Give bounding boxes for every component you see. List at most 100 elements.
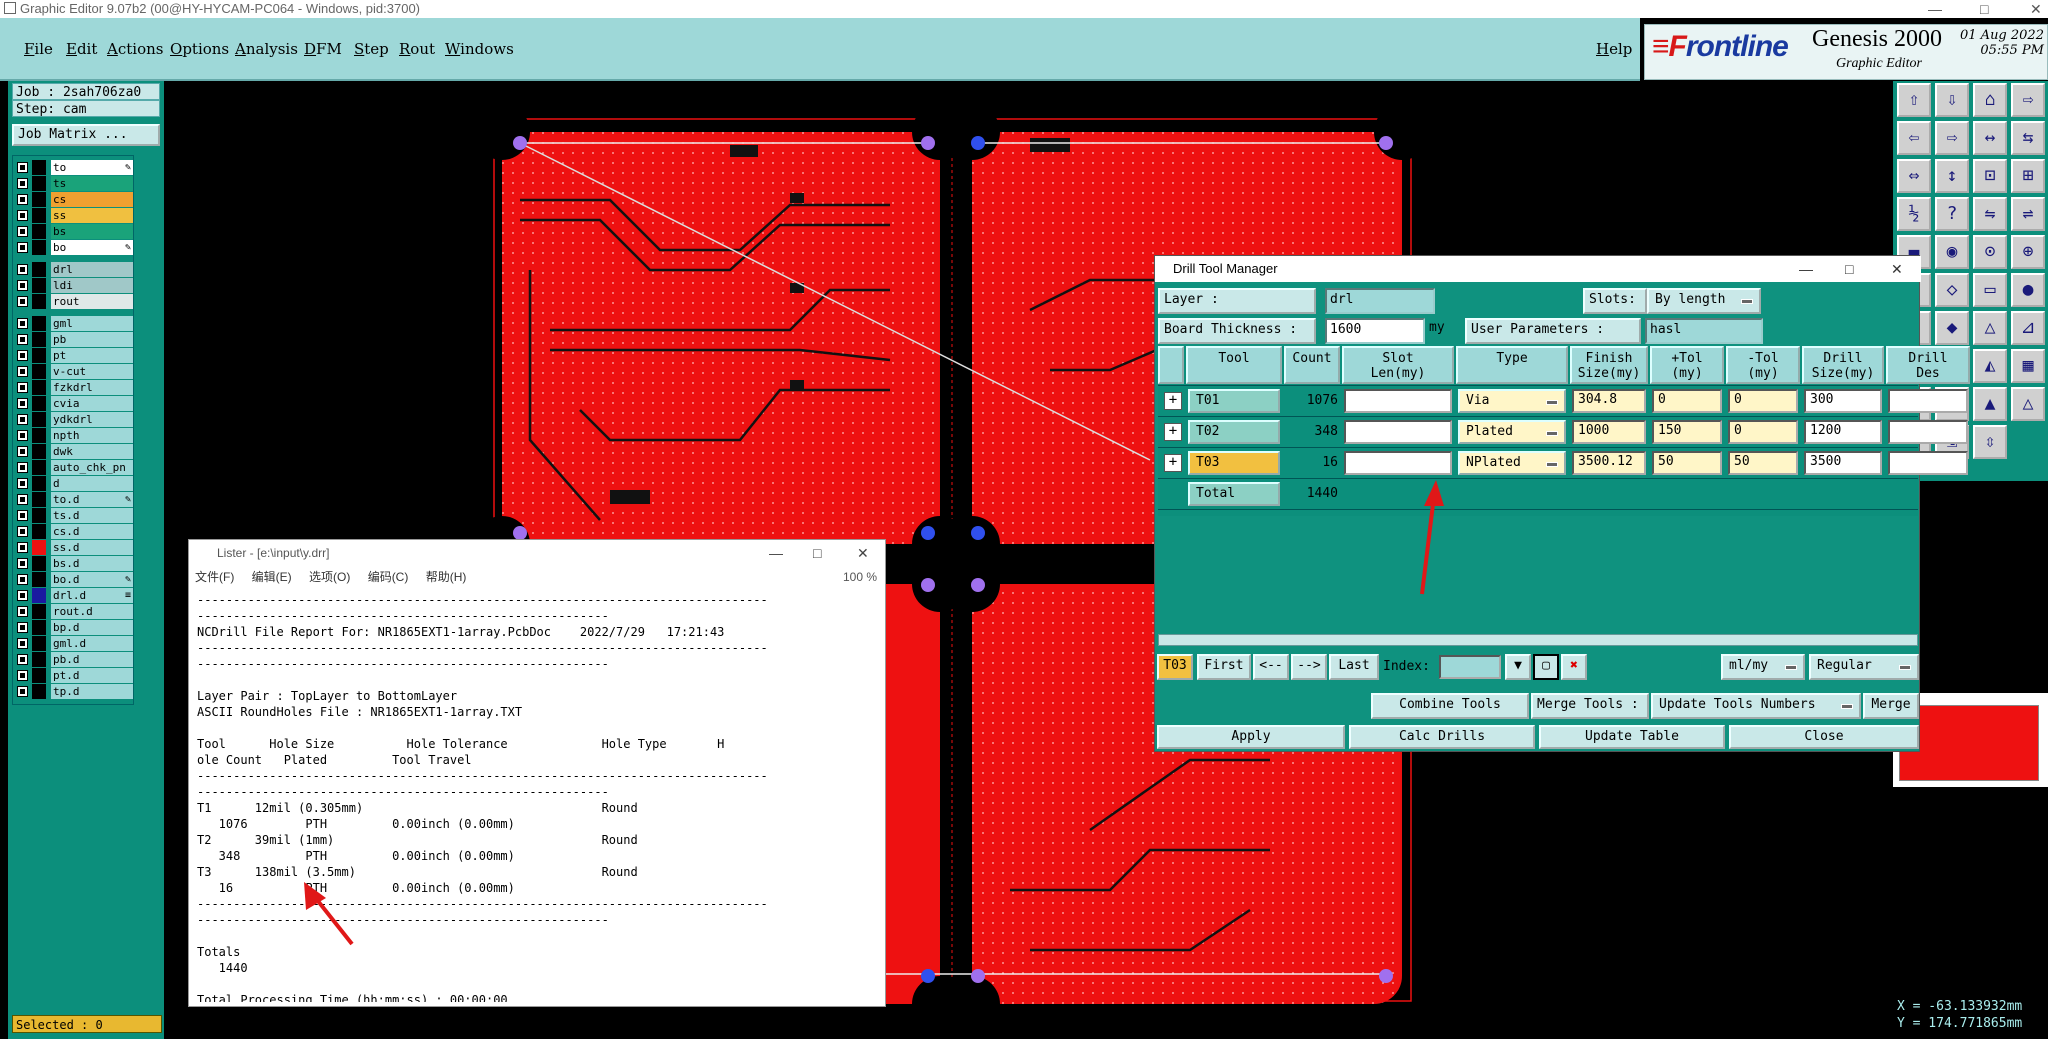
- layer-name[interactable]: rout.d: [51, 604, 133, 619]
- layer-row[interactable]: pt.d: [15, 668, 133, 683]
- tool-open-icon[interactable]: ⇧: [1897, 83, 1931, 117]
- layer-checkbox[interactable]: [17, 510, 28, 521]
- layer-color-swatch[interactable]: [32, 652, 46, 667]
- layer-color-swatch[interactable]: [32, 224, 46, 239]
- layer-checkbox[interactable]: [17, 226, 28, 237]
- layer-row[interactable]: to.d ✎: [15, 492, 133, 507]
- layer-color-swatch[interactable]: [32, 160, 46, 175]
- dialog-minimize-icon[interactable]: —: [1799, 256, 1813, 282]
- tool-shape-icon[interactable]: ◆: [1935, 311, 1969, 345]
- layer-color-swatch[interactable]: [32, 476, 46, 491]
- layer-name[interactable]: bs: [51, 224, 133, 239]
- table-header-slot[interactable]: Slot Len(my): [1342, 346, 1454, 384]
- layer-row[interactable]: cs: [15, 192, 133, 207]
- layer-name[interactable]: rout: [51, 294, 133, 309]
- menu-rout[interactable]: Rout: [399, 40, 435, 58]
- layer-checkbox[interactable]: [17, 542, 28, 553]
- lister-menu-encoding[interactable]: 编码(C): [368, 570, 409, 584]
- layer-name[interactable]: ydkdrl: [51, 412, 133, 427]
- layer-name[interactable]: bo.d ✎: [51, 572, 133, 587]
- tool-outline-triangle-icon[interactable]: △: [2011, 387, 2045, 421]
- layer-row[interactable]: ts: [15, 176, 133, 191]
- close-icon[interactable]: ✕: [2030, 0, 2042, 18]
- layer-checkbox[interactable]: [17, 654, 28, 665]
- lister-menu-edit[interactable]: 编辑(E): [252, 570, 292, 584]
- layer-name[interactable]: pb: [51, 332, 133, 347]
- layer-row[interactable]: ss: [15, 208, 133, 223]
- tool-prev-icon[interactable]: ⇦: [1897, 121, 1931, 155]
- layer-row[interactable]: v-cut: [15, 364, 133, 379]
- layer-name[interactable]: pt.d: [51, 668, 133, 683]
- minimize-icon[interactable]: —: [1928, 0, 1942, 18]
- tool-id[interactable]: T02: [1188, 420, 1280, 444]
- layer-color-swatch[interactable]: [32, 278, 46, 293]
- type-dropdown[interactable]: Plated: [1458, 420, 1566, 444]
- layer-row[interactable]: drl: [15, 262, 133, 277]
- layer-checkbox[interactable]: [17, 558, 28, 569]
- layer-color-swatch[interactable]: [32, 208, 46, 223]
- index-input[interactable]: [1439, 655, 1501, 679]
- layer-name[interactable]: ss.d: [51, 540, 133, 555]
- layer-color-swatch[interactable]: [32, 332, 46, 347]
- layer-name[interactable]: v-cut: [51, 364, 133, 379]
- layer-checkbox[interactable]: [17, 622, 28, 633]
- table-header-finish[interactable]: Finish Size(my): [1570, 346, 1648, 384]
- minus-tol-input[interactable]: 50: [1728, 451, 1798, 475]
- layer-checkbox[interactable]: [17, 162, 28, 173]
- dialog-close-icon[interactable]: ✕: [1891, 256, 1903, 282]
- layer-name[interactable]: ldi: [51, 278, 133, 293]
- layer-color-swatch[interactable]: [32, 428, 46, 443]
- layer-color-swatch[interactable]: [32, 492, 46, 507]
- row-expand-icon[interactable]: +: [1164, 392, 1182, 410]
- table-header-count[interactable]: Count: [1284, 346, 1340, 384]
- mode-dropdown[interactable]: Regular: [1809, 654, 1919, 680]
- drill-des-input[interactable]: [1888, 420, 1968, 444]
- merge-button[interactable]: Merge: [1863, 693, 1919, 719]
- finish-size-input[interactable]: 304.8: [1572, 389, 1646, 413]
- type-dropdown[interactable]: NPlated: [1458, 451, 1566, 475]
- filter-icon[interactable]: ▼: [1505, 654, 1531, 680]
- layer-row[interactable]: gml.d: [15, 636, 133, 651]
- lister-maximize-icon[interactable]: □: [813, 540, 821, 566]
- menu-step[interactable]: Step: [354, 40, 389, 58]
- layer-row[interactable]: fzkdrl: [15, 380, 133, 395]
- layer-name[interactable]: ts: [51, 176, 133, 191]
- drill-size-input[interactable]: 300: [1804, 389, 1882, 413]
- layer-name[interactable]: drl: [51, 262, 133, 277]
- layer-color-swatch[interactable]: [32, 572, 46, 587]
- slot-length-input[interactable]: [1344, 420, 1452, 444]
- layer-name[interactable]: ss: [51, 208, 133, 223]
- layer-row[interactable]: bs: [15, 224, 133, 239]
- layer-row[interactable]: bo ✎: [15, 240, 133, 255]
- finish-size-input[interactable]: 1000: [1572, 420, 1646, 444]
- layer-checkbox[interactable]: [17, 382, 28, 393]
- tool-select3-icon[interactable]: ⇳: [1973, 425, 2007, 459]
- tool-home-icon[interactable]: ⌂: [1973, 83, 2007, 117]
- tool-half-icon[interactable]: ½: [1897, 197, 1931, 231]
- dialog-maximize-icon[interactable]: □: [1845, 256, 1853, 282]
- layer-checkbox[interactable]: [17, 398, 28, 409]
- layer-color-swatch[interactable]: [32, 380, 46, 395]
- layer-color-swatch[interactable]: [32, 396, 46, 411]
- first-button[interactable]: First: [1197, 654, 1251, 680]
- table-header-tool[interactable]: Tool: [1186, 346, 1282, 384]
- layer-checkbox[interactable]: [17, 296, 28, 307]
- layer-field[interactable]: drl: [1325, 288, 1435, 314]
- board-thickness-input[interactable]: 1600: [1325, 318, 1425, 344]
- prev-button[interactable]: <--: [1253, 654, 1289, 680]
- tool-dot-icon[interactable]: ●: [2011, 273, 2045, 307]
- layer-row[interactable]: rout.d: [15, 604, 133, 619]
- layer-name[interactable]: bo ✎: [51, 240, 133, 255]
- merge-mode-dropdown[interactable]: Update Tools Numbers: [1651, 693, 1861, 719]
- layer-color-swatch[interactable]: [32, 316, 46, 331]
- layer-row[interactable]: bs.d: [15, 556, 133, 571]
- tool-pan-icon[interactable]: ↔: [1973, 121, 2007, 155]
- layer-row[interactable]: ldi: [15, 278, 133, 293]
- slots-dropdown[interactable]: By length: [1647, 288, 1761, 314]
- tool-swap-icon[interactable]: ⇆: [2011, 121, 2045, 155]
- layer-color-swatch[interactable]: [32, 262, 46, 277]
- layer-name[interactable]: fzkdrl: [51, 380, 133, 395]
- update-table-button[interactable]: Update Table: [1539, 725, 1725, 749]
- row-expand-icon[interactable]: +: [1164, 454, 1182, 472]
- tool-polygon-icon[interactable]: ◭: [1973, 349, 2007, 383]
